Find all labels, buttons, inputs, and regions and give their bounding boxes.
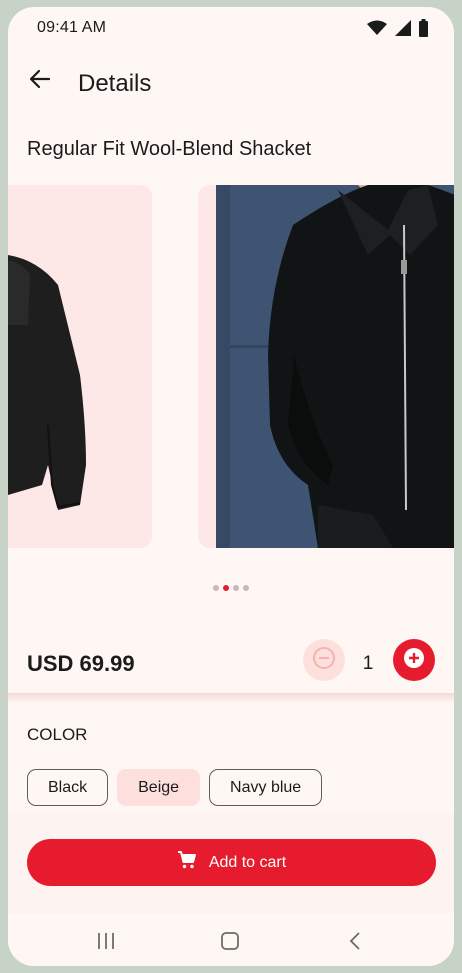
decrement-quantity-button[interactable]	[303, 639, 345, 681]
price-quantity-row: USD 69.99 1	[8, 627, 454, 697]
wifi-icon	[367, 20, 387, 41]
product-image-carousel[interactable]	[8, 185, 454, 548]
arrow-left-icon	[29, 68, 51, 95]
system-navigation-bar	[8, 913, 454, 966]
app-bar: Details	[8, 47, 454, 111]
home-button[interactable]	[220, 931, 240, 956]
color-chip-navy-blue[interactable]: Navy blue	[209, 769, 323, 806]
cellular-signal-icon	[395, 20, 411, 41]
jacket-model-image	[198, 185, 454, 548]
section-divider	[8, 693, 454, 703]
quantity-value: 1	[362, 653, 374, 674]
back-nav-button[interactable]	[346, 931, 366, 956]
color-chip-beige[interactable]: Beige	[117, 769, 201, 806]
back-button[interactable]	[24, 65, 56, 97]
add-to-cart-label: Add to cart	[208, 853, 287, 871]
page-title: Details	[78, 70, 152, 97]
status-time: 09:41 AM	[37, 19, 107, 36]
product-title: Regular Fit Wool-Blend Shacket	[27, 138, 312, 160]
carousel-dot[interactable]	[233, 585, 239, 591]
plus-circle-icon	[402, 646, 426, 675]
carousel-dot[interactable]	[243, 585, 249, 591]
carousel-indicator	[213, 585, 249, 591]
recent-apps-icon	[96, 931, 116, 956]
carousel-dot[interactable]	[213, 585, 219, 591]
jacket-flat-image	[8, 185, 152, 548]
status-bar: 09:41 AM	[8, 7, 454, 47]
increment-quantity-button[interactable]	[393, 639, 435, 681]
minus-circle-icon	[312, 646, 336, 675]
product-image-slide[interactable]	[8, 185, 152, 548]
status-icons	[367, 19, 428, 42]
color-chip-black[interactable]: Black	[27, 769, 109, 806]
color-chip-group: Black Beige Navy blue	[27, 769, 323, 806]
back-nav-icon	[346, 931, 366, 956]
recent-apps-button[interactable]	[96, 931, 116, 956]
product-image-slide[interactable]	[198, 185, 454, 548]
carousel-dot-active[interactable]	[223, 585, 229, 591]
add-to-cart-button[interactable]: Add to cart	[27, 839, 436, 886]
battery-icon	[419, 19, 428, 42]
phone-screen: 09:41 AM Details Regular Fit Wool-Blend …	[8, 7, 454, 966]
product-price: USD 69.99	[27, 651, 135, 676]
home-icon	[220, 931, 240, 956]
cart-icon	[177, 850, 197, 875]
color-section-label: COLOR	[27, 725, 88, 744]
